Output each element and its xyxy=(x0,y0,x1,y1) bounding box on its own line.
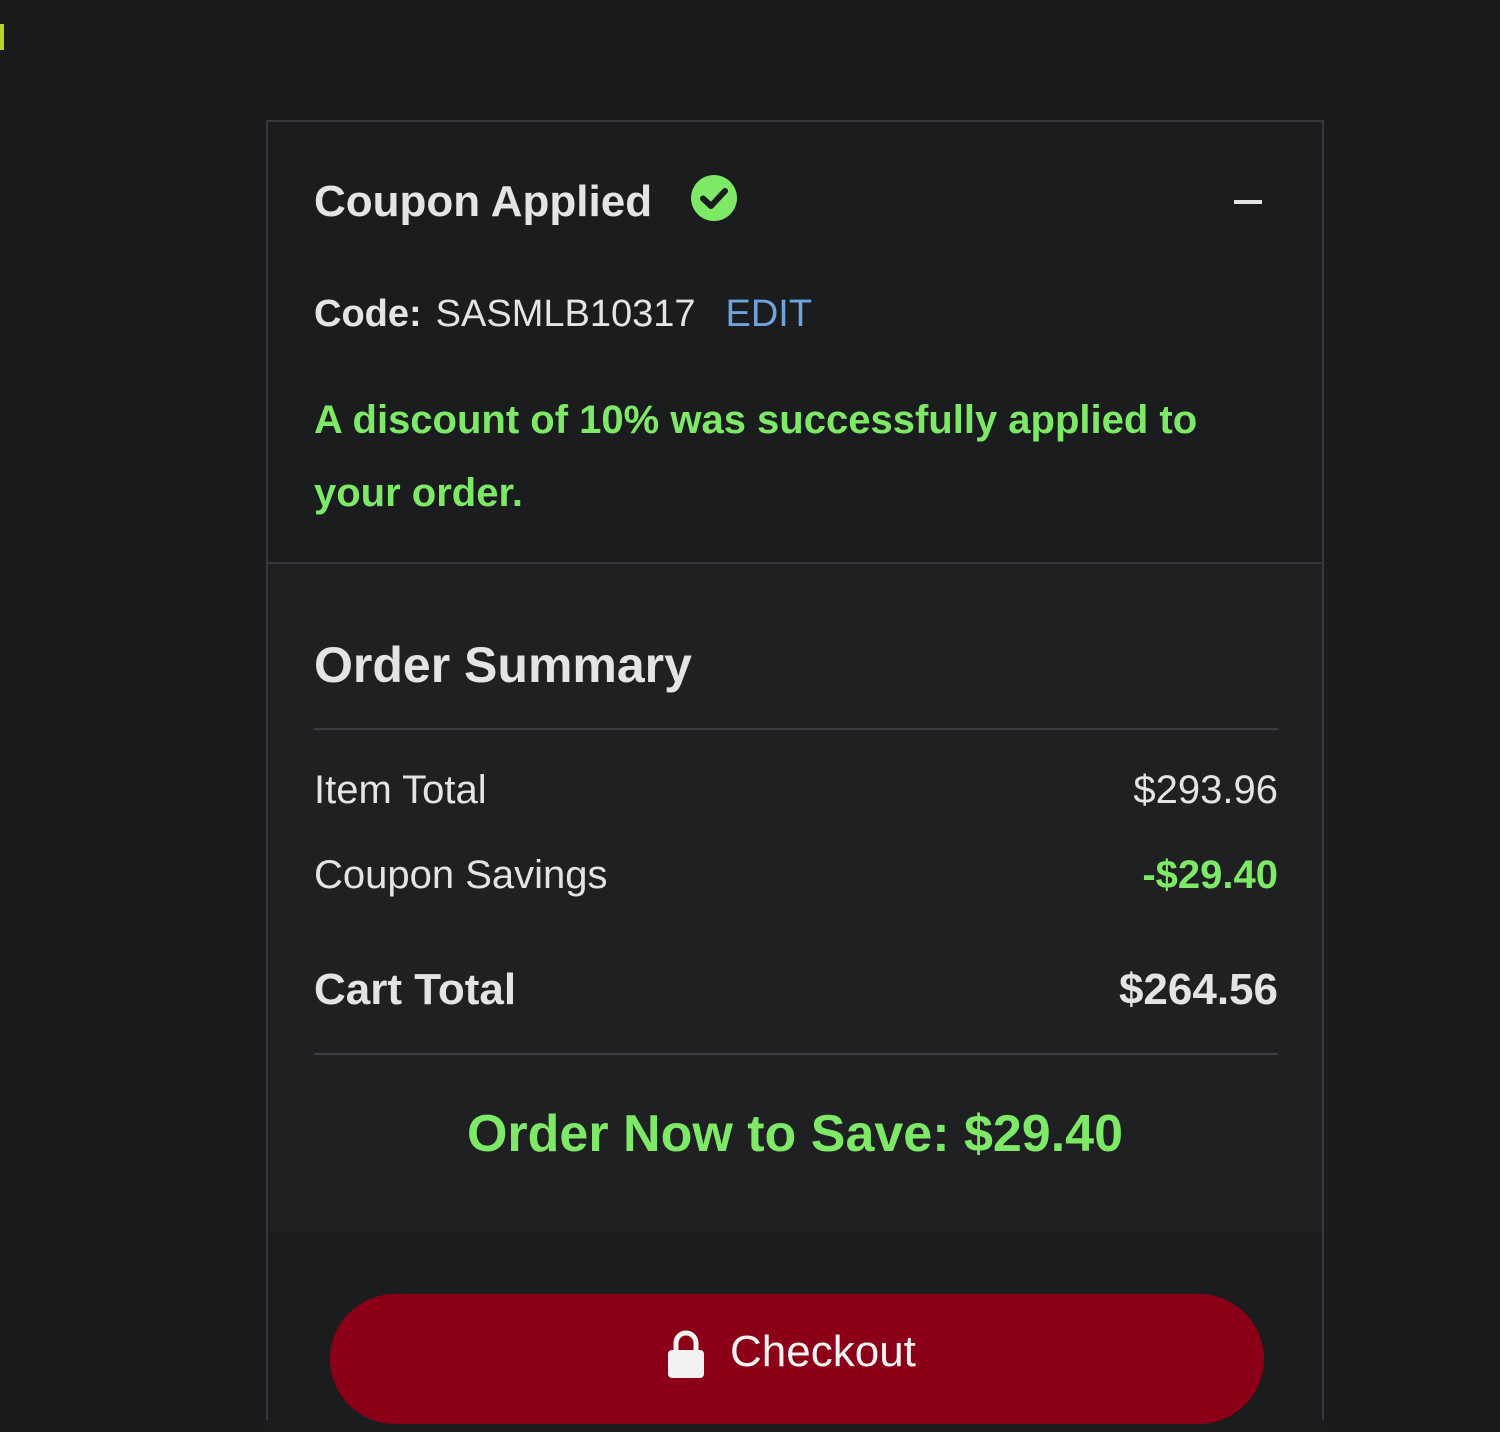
lock-icon xyxy=(668,1330,704,1378)
order-summary-section: Order Summary Item Total $293.96 Coupon … xyxy=(268,564,1322,1232)
coupon-title: Coupon Applied xyxy=(314,177,653,226)
item-total-row: Item Total $293.96 xyxy=(314,762,1278,818)
discount-success-message: A discount of 10% was successfully appli… xyxy=(314,398,1198,515)
coupon-code-value: SASMLB10317 xyxy=(435,293,696,335)
coupon-section: Coupon Applied Code: SASMLB10317 EDIT A di… xyxy=(268,122,1322,564)
order-summary-title: Order Summary xyxy=(314,637,692,693)
coupon-savings-label: Coupon Savings xyxy=(314,853,608,897)
coupon-savings-value: -$29.40 xyxy=(1142,853,1278,897)
check-circle-icon xyxy=(691,175,737,221)
cart-total-label: Cart Total xyxy=(314,965,517,1014)
summary-divider-top xyxy=(314,728,1278,730)
cart-total-row: Cart Total $264.56 xyxy=(314,962,1278,1018)
collapse-coupon-button[interactable] xyxy=(1230,192,1270,212)
item-total-value: $293.96 xyxy=(1133,768,1278,812)
coupon-savings-row: Coupon Savings -$29.40 xyxy=(314,847,1278,903)
checkout-button[interactable]: Checkout xyxy=(330,1294,1264,1424)
checkout-area: Checkout xyxy=(268,1232,1322,1432)
summary-divider-bottom xyxy=(314,1053,1278,1055)
page-edge-marker xyxy=(0,24,4,50)
save-banner: Order Now to Save: $29.40 xyxy=(466,1105,1124,1163)
cart-summary-panel: Coupon Applied Code: SASMLB10317 EDIT A di… xyxy=(266,120,1324,1432)
coupon-code-label: Code: xyxy=(314,293,422,335)
item-total-label: Item Total xyxy=(314,768,487,812)
cart-total-value: $264.56 xyxy=(1118,965,1278,1014)
coupon-code-row: Code: SASMLB10317 EDIT xyxy=(314,292,812,336)
edit-coupon-link[interactable]: EDIT xyxy=(726,293,813,335)
minus-icon xyxy=(1234,200,1262,204)
checkout-label: Checkout xyxy=(730,1327,916,1376)
